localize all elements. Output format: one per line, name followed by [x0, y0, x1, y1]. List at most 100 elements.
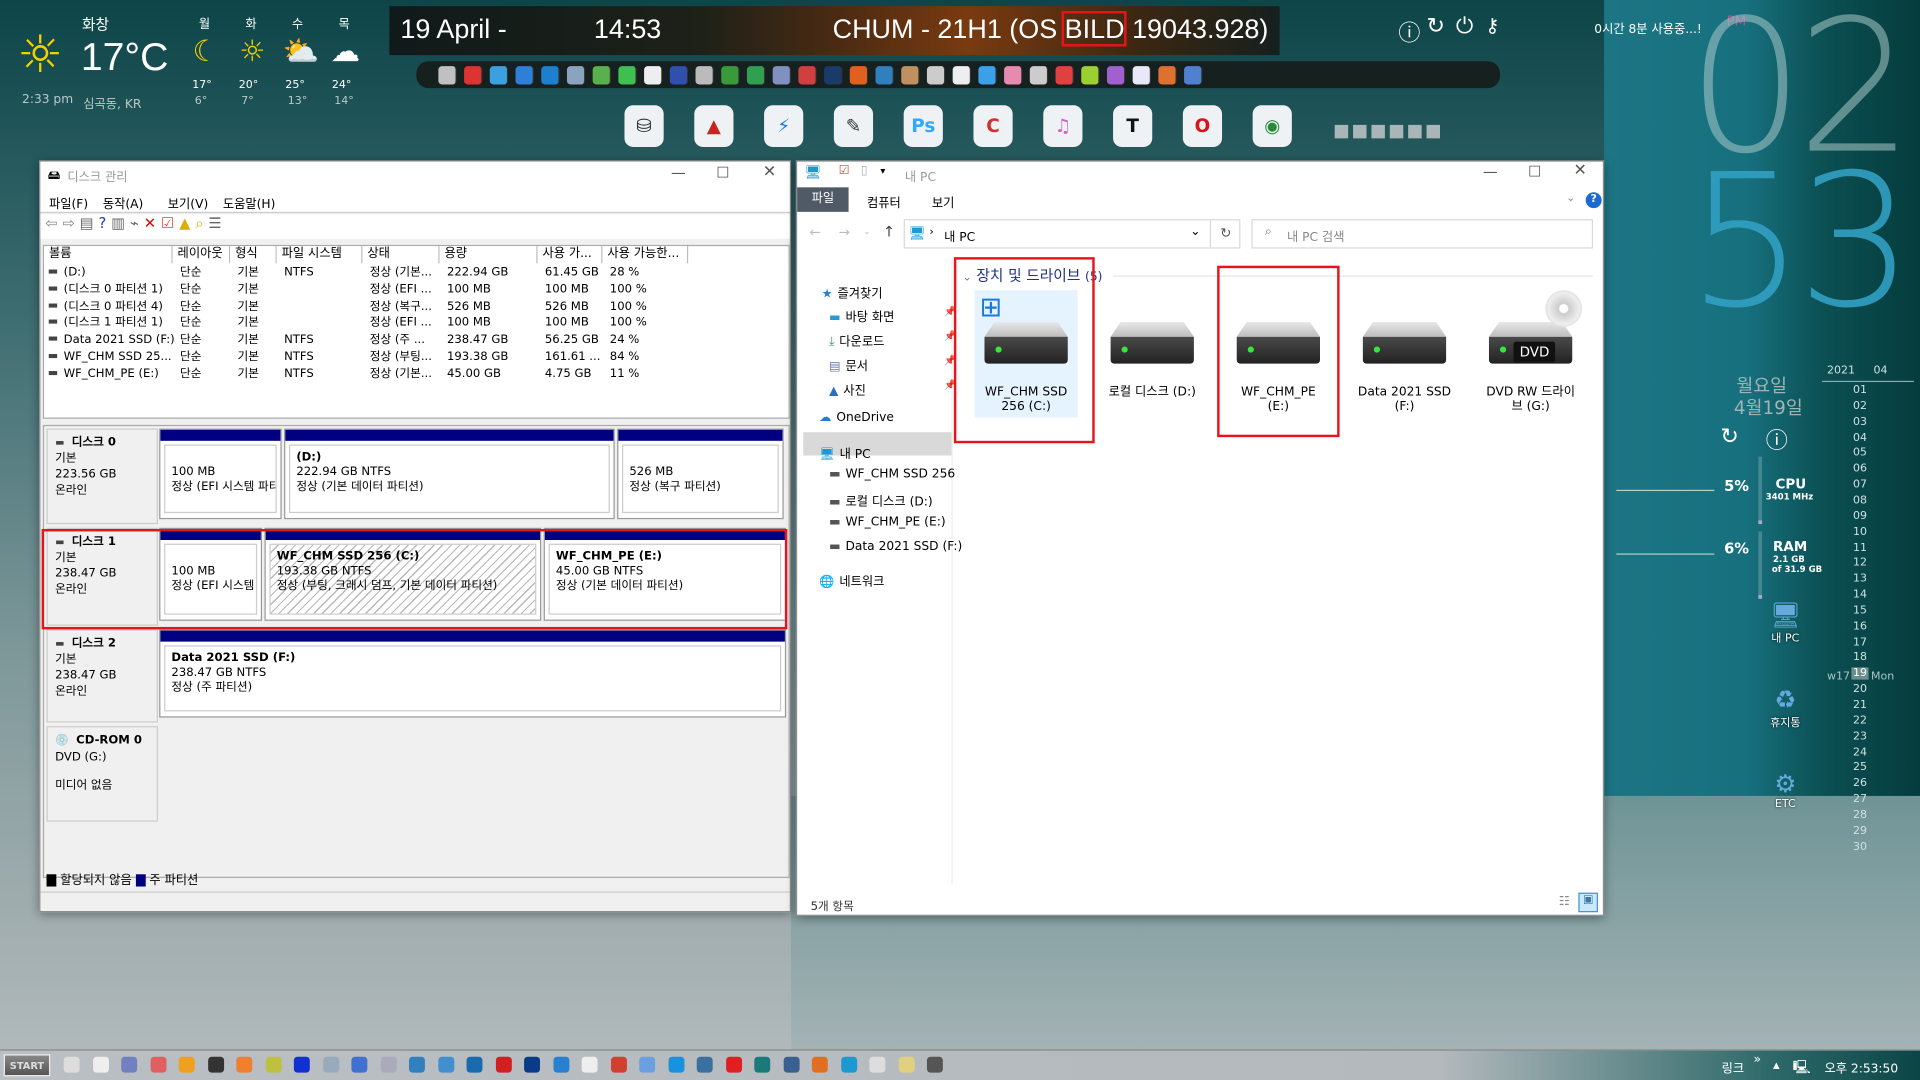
table-row[interactable]: ▬ WF_CHM SSD 25... 단순 기본 NTFS 정상 (부팅... 193.38…: [44, 349, 791, 366]
menu-item[interactable]: 도움말(H): [223, 193, 276, 211]
taskbar-app-icon[interactable]: [178, 1056, 195, 1073]
taskbar-app-icon[interactable]: [898, 1056, 915, 1073]
calendar-day[interactable]: 24: [1851, 746, 1868, 758]
launcher-app-icon[interactable]: [824, 65, 843, 84]
calendar-day[interactable]: 26: [1851, 778, 1868, 790]
calendar-day[interactable]: 13: [1851, 573, 1868, 585]
delete-icon[interactable]: ✕: [144, 214, 161, 231]
menu-item[interactable]: 동작(A): [103, 193, 143, 211]
launcher-app-icon[interactable]: [1081, 65, 1100, 84]
typora-icon[interactable]: T: [1113, 105, 1153, 147]
calendar-day[interactable]: 14: [1851, 589, 1868, 601]
launcher-app-icon[interactable]: [1004, 65, 1023, 84]
help-icon[interactable]: ?: [1585, 192, 1602, 209]
taskbar-app-icon[interactable]: [351, 1056, 368, 1073]
tray-expand-icon[interactable]: ▲: [1773, 1060, 1780, 1070]
calendar-day[interactable]: 08: [1851, 495, 1868, 507]
chrome-icon[interactable]: ◉: [1252, 105, 1292, 147]
expand-ribbon-icon[interactable]: ⌄: [1566, 192, 1575, 204]
cdrom-label[interactable]: 💿 CD-ROM 0 DVD (G:) 미디어 없음: [46, 726, 158, 822]
nav-item[interactable]: ▬ 바탕 화면 📌: [829, 306, 956, 324]
taskbar-app-icon[interactable]: [408, 1056, 425, 1073]
itunes-icon[interactable]: ♫: [1043, 105, 1083, 147]
taskbar-app-icon[interactable]: [236, 1056, 253, 1073]
up-button[interactable]: ↑: [883, 223, 895, 240]
menu-item[interactable]: 파일(F): [49, 193, 88, 211]
restart-icon[interactable]: ↻: [1427, 13, 1445, 39]
tray-clock[interactable]: 오후 2:53:50: [1824, 1058, 1898, 1076]
taskbar-app-icon[interactable]: [322, 1056, 339, 1073]
ribbon-tab-computer[interactable]: 컴퓨터: [867, 192, 901, 210]
launcher-app-icon[interactable]: [489, 65, 509, 84]
table-row[interactable]: ▬ (D:) 단순 기본 NTFS 정상 (기본... 222.94 GB 61.45 GB 2…: [44, 264, 791, 281]
chart-app-icon[interactable]: ▲: [694, 105, 734, 147]
nav-item[interactable]: ▤ 문서 📌: [829, 355, 956, 373]
minimize-button[interactable]: —: [671, 164, 686, 181]
launcher-app-icon[interactable]: [515, 65, 534, 84]
taskbar-app-icon[interactable]: [667, 1056, 684, 1073]
photoshop-icon[interactable]: Ps: [903, 105, 943, 147]
launcher-app-icon[interactable]: [1184, 65, 1203, 84]
taskbar-app-icon[interactable]: [524, 1056, 541, 1073]
taskbar-app-icon[interactable]: [121, 1056, 138, 1073]
taskbar-app-icon[interactable]: [696, 1056, 713, 1073]
taskbar-app-icon[interactable]: [725, 1056, 742, 1073]
refresh-icon[interactable]: ↻: [1720, 424, 1738, 450]
launcher-app-icon[interactable]: [695, 65, 714, 84]
power-icon[interactable]: ⏻: [1456, 13, 1473, 39]
nav-item[interactable]: 🌐 네트워크: [819, 571, 884, 589]
title-bar[interactable]: 🖴 디스크 관리 — ☐ ✕: [40, 161, 790, 189]
column-header[interactable]: 파일 시스템: [276, 246, 363, 264]
calendar-day[interactable]: 25: [1851, 762, 1868, 774]
launcher-app-icon[interactable]: [1106, 65, 1126, 84]
calendar-day[interactable]: 06: [1851, 463, 1868, 475]
links-toolbar[interactable]: 링크: [1722, 1058, 1745, 1076]
customize-quick-access-icon[interactable]: ▾: [880, 165, 885, 176]
back-button[interactable]: ←: [809, 224, 820, 240]
column-header[interactable]: 용량: [439, 246, 538, 264]
table-row[interactable]: ▬ (디스크 0 파티션 1) 단순 기본 정상 (EFI ... 100 MB 100 M…: [44, 281, 791, 298]
calendar-day[interactable]: 10: [1851, 526, 1868, 538]
column-header[interactable]: 사용 가...: [537, 246, 603, 264]
column-header[interactable]: 사용 가능한...: [602, 246, 689, 264]
taskbar-app-icon[interactable]: [293, 1056, 310, 1073]
opera-icon[interactable]: O: [1182, 105, 1223, 147]
launcher-app-icon[interactable]: [952, 65, 972, 84]
title-bar[interactable]: 🖥 ☑ ▯ ▾ 내 PC — ☐ ✕: [797, 162, 1603, 186]
column-header[interactable]: 상태: [362, 246, 440, 264]
nav-item[interactable]: ☁ OneDrive: [819, 411, 894, 424]
ribbon-tab-file[interactable]: 파일: [797, 187, 849, 212]
connect-icon[interactable]: ⌁: [130, 214, 144, 231]
calendar-day[interactable]: 05: [1851, 447, 1868, 459]
launcher-app-icon[interactable]: [1055, 65, 1074, 84]
check-icon[interactable]: ☑: [161, 214, 179, 231]
close-button[interactable]: ✕: [1573, 162, 1586, 180]
menu-item[interactable]: 보기(V): [168, 193, 208, 211]
nav-item[interactable]: ▲ 사진 📌: [829, 380, 956, 398]
partition[interactable]: 100 MB 정상 (EFI 시스템 파티: [159, 428, 282, 520]
taskbar-app-icon[interactable]: [811, 1056, 828, 1073]
calendar-day[interactable]: 11: [1851, 542, 1868, 554]
launcher-app-icon[interactable]: [1158, 65, 1177, 84]
address-dropdown-icon[interactable]: ⌄: [1190, 225, 1200, 238]
forward-button[interactable]: →: [839, 224, 850, 240]
desktop-icon-my-pc[interactable]: 🖥 내 PC: [1761, 600, 1810, 645]
search-folder-icon[interactable]: ⌕: [195, 214, 208, 231]
partition[interactable]: Data 2021 SSD (F:) 238.47 GB NTFS 정상 (주 파티…: [159, 629, 787, 718]
table-row[interactable]: ▬ (디스크 1 파티션 1) 단순 기본 정상 (EFI ... 100 MB 100 M…: [44, 315, 791, 332]
disk-label[interactable]: ▬ 디스크 0 기본 223.56 GB 온라인: [46, 428, 158, 525]
properties-icon[interactable]: ▥: [111, 214, 130, 231]
launcher-app-icon[interactable]: [669, 65, 689, 84]
column-header[interactable]: 레이아웃: [172, 246, 231, 264]
calendar-day[interactable]: 03: [1851, 416, 1868, 428]
taskbar-app-icon[interactable]: [495, 1056, 512, 1073]
taskbar-app-icon[interactable]: [610, 1056, 627, 1073]
partition[interactable]: 526 MB 정상 (복구 파티션): [617, 428, 784, 520]
calendar-day[interactable]: 28: [1851, 809, 1868, 821]
ribbon-tab-view[interactable]: 보기: [932, 192, 955, 210]
key-icon[interactable]: ⚷: [1485, 13, 1499, 37]
forward-icon[interactable]: ⇨: [63, 214, 80, 231]
details-view-button[interactable]: ☷: [1559, 895, 1570, 908]
launcher-app-icon[interactable]: [618, 65, 637, 84]
desktop-icon-etc-folder[interactable]: ⚙ ETC: [1761, 769, 1810, 811]
